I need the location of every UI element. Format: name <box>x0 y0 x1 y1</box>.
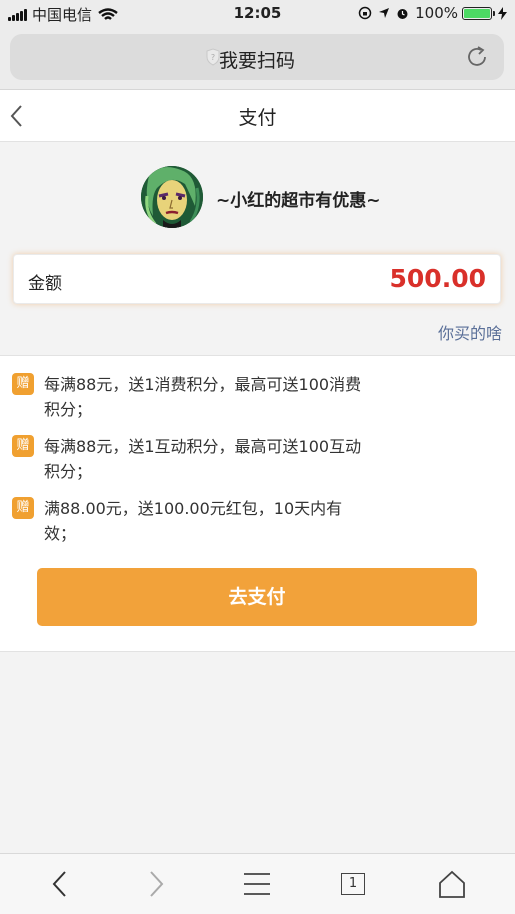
battery-fill <box>464 8 490 18</box>
avatar <box>141 166 203 228</box>
toolbar-back-icon[interactable] <box>44 868 76 900</box>
browser-bar: ? 我要扫码 <box>0 26 515 90</box>
lock-rotation-icon <box>358 6 372 20</box>
url-title: 我要扫码 <box>218 50 295 72</box>
charging-icon <box>498 6 507 20</box>
promotion-text: 满88.00元，送100.00元红包，10天内有效； <box>44 499 343 543</box>
status-bar: 中国电信 12:05 100% <box>0 0 515 26</box>
home-icon[interactable] <box>436 868 468 900</box>
bottom-toolbar: 1 <box>0 853 515 914</box>
merchant-name: ~小红的超市有优惠~ <box>216 191 381 211</box>
tab-count: 1 <box>341 873 365 895</box>
gift-badge: 赠 <box>12 435 34 457</box>
gift-badge: 赠 <box>12 497 34 519</box>
amount-value: 500.00 <box>389 264 486 293</box>
amount-label: 金额 <box>28 274 62 294</box>
gift-badge: 赠 <box>12 373 34 395</box>
battery-icon <box>462 6 495 20</box>
promotion-text: 每满88元，送1消费积分，最高可送100消费积分； <box>44 375 362 419</box>
promotion-section: 赠 每满88元，送1消费积分，最高可送100消费积分； 赠 每满88元，送1互动… <box>0 355 515 652</box>
pay-button[interactable]: 去支付 <box>37 568 477 626</box>
battery-percent: 100% <box>415 4 458 22</box>
nav-header: 支付 <box>0 90 515 142</box>
alarm-icon <box>397 8 408 19</box>
toolbar-forward-icon[interactable] <box>140 868 172 900</box>
promotion-text: 每满88元，送1互动积分，最高可送100互动积分； <box>44 437 362 481</box>
tabs-icon[interactable]: 1 <box>338 868 370 900</box>
merchant-info: ~小红的超市有优惠~ <box>0 164 515 230</box>
amount-card[interactable]: 金额 500.00 <box>13 254 501 304</box>
what-bought-link[interactable]: 你买的啥 <box>438 320 502 344</box>
location-icon <box>379 8 390 18</box>
reload-icon[interactable] <box>464 44 490 70</box>
menu-icon[interactable] <box>241 868 273 900</box>
page-title: 支付 <box>238 107 277 129</box>
status-right: 100% <box>358 4 507 22</box>
url-bar[interactable]: ? 我要扫码 <box>10 34 504 80</box>
